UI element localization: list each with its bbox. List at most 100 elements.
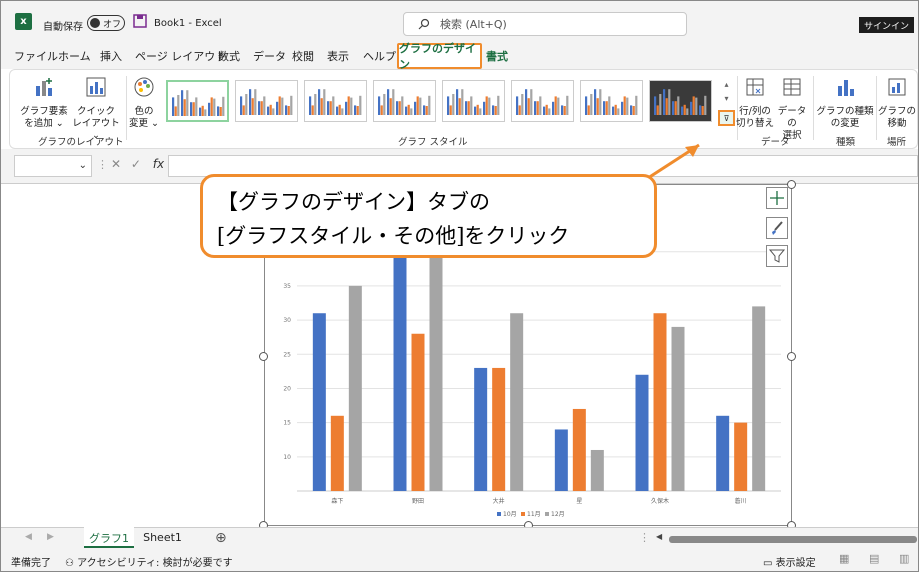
tab-formulas[interactable]: 数式 bbox=[218, 48, 240, 64]
change-colors-label: 色の 変更 ⌄ bbox=[129, 106, 159, 129]
tab-review[interactable]: 校閲 bbox=[292, 48, 314, 64]
display-settings-button[interactable]: ▭ 表示設定 bbox=[763, 554, 816, 569]
fx-icon[interactable]: fx bbox=[153, 157, 164, 171]
switch-row-col-icon bbox=[746, 78, 764, 96]
style-preview-bar bbox=[548, 108, 551, 115]
style-preview-icon bbox=[309, 89, 362, 115]
chart-style-5[interactable] bbox=[442, 80, 505, 122]
chart-style-8[interactable] bbox=[649, 80, 712, 122]
tab-home[interactable]: ホーム bbox=[58, 48, 91, 64]
next-sheet-icon[interactable]: ▶ bbox=[47, 532, 54, 542]
page-break-view-icon[interactable]: ▥ bbox=[899, 552, 909, 565]
scroll-left-icon[interactable]: ◀ bbox=[656, 532, 662, 541]
style-preview-bar bbox=[452, 94, 455, 115]
tab-data[interactable]: データ bbox=[253, 48, 286, 64]
chart-style-3[interactable] bbox=[304, 80, 367, 122]
filter-icon bbox=[769, 249, 785, 263]
change-chart-type-button[interactable]: グラフの種類 の変更 bbox=[815, 76, 875, 130]
chart-style-7[interactable] bbox=[580, 80, 643, 122]
switch-row-column-button[interactable]: 行/列の 切り替え bbox=[736, 76, 774, 130]
tab-page-layout[interactable]: ページ レイアウト bbox=[135, 48, 226, 64]
chart-style-4[interactable] bbox=[373, 80, 436, 122]
resize-handle[interactable] bbox=[259, 352, 268, 361]
search-box[interactable]: 検索 (Alt+Q) bbox=[403, 12, 687, 36]
chart-filters-button[interactable] bbox=[766, 245, 788, 267]
cancel-icon[interactable]: ✕ bbox=[111, 157, 121, 171]
bar bbox=[492, 367, 506, 491]
accessibility-status[interactable]: ⚇ アクセシビリティ: 検討が必要です bbox=[65, 554, 233, 569]
signin-button[interactable]: サインイン bbox=[859, 17, 914, 33]
style-preview-bar bbox=[260, 101, 263, 115]
style-preview-bar bbox=[327, 101, 330, 115]
bar bbox=[429, 231, 443, 492]
enter-icon[interactable]: ✓ bbox=[131, 157, 141, 171]
search-icon bbox=[418, 18, 430, 30]
style-preview-bar bbox=[683, 104, 686, 115]
autosave-toggle[interactable]: オフ bbox=[87, 15, 125, 31]
style-preview-bar bbox=[383, 94, 386, 115]
chart-styles-more-button[interactable]: ⊽ bbox=[718, 110, 735, 126]
group-label-layout: グラフのレイアウト bbox=[38, 137, 124, 148]
style-preview-bar bbox=[590, 94, 593, 115]
accessibility-icon: ⚇ bbox=[65, 558, 74, 569]
formula-actions: ✕ ✓ fx bbox=[111, 157, 164, 171]
style-preview-bar bbox=[516, 96, 519, 115]
vertical-dots-icon: ⋮ bbox=[639, 531, 650, 544]
move-chart-button[interactable]: グラフの 移動 bbox=[878, 76, 916, 130]
chart-style-6[interactable] bbox=[511, 80, 574, 122]
style-preview-icon bbox=[172, 90, 225, 116]
style-preview-bar bbox=[614, 104, 617, 115]
tab-help[interactable]: ヘルプ bbox=[363, 48, 396, 64]
change-colors-button[interactable]: 色の 変更 ⌄ bbox=[126, 76, 162, 130]
tab-format[interactable]: 書式 bbox=[486, 48, 508, 64]
style-preview-bar bbox=[419, 97, 422, 115]
style-preview-bar bbox=[398, 101, 401, 115]
sheet-tab-sheet1[interactable]: Sheet1 bbox=[135, 531, 190, 544]
resize-handle[interactable] bbox=[787, 180, 796, 189]
select-data-icon bbox=[783, 78, 801, 96]
sheet-tab-chart1[interactable]: グラフ1 bbox=[84, 527, 134, 548]
tab-file[interactable]: ファイル bbox=[14, 48, 58, 64]
bar bbox=[411, 333, 425, 491]
resize-handle[interactable] bbox=[787, 352, 796, 361]
style-preview-bar bbox=[608, 96, 611, 115]
tab-insert[interactable]: 挿入 bbox=[100, 48, 122, 64]
style-preview-bar bbox=[309, 96, 312, 115]
style-preview-bar bbox=[456, 89, 459, 115]
prev-sheet-icon[interactable]: ◀ bbox=[25, 532, 32, 542]
ribbon-tabs: ファイル ホーム 挿入 ページ レイアウト 数式 データ 校閲 表示 ヘルプ グ… bbox=[1, 41, 918, 71]
chart-style-2[interactable] bbox=[235, 80, 298, 122]
add-sheet-icon[interactable]: ⊕ bbox=[215, 530, 227, 546]
select-data-button[interactable]: データの 選択 bbox=[774, 76, 810, 142]
y-tick-label: 15 bbox=[283, 420, 291, 427]
tab-view[interactable]: 表示 bbox=[327, 48, 349, 64]
style-preview-bar bbox=[219, 107, 222, 116]
page-layout-view-icon[interactable]: ▤ bbox=[869, 552, 879, 565]
x-tick-label: 野田 bbox=[412, 497, 424, 505]
add-chart-element-button[interactable]: グラフ要素 を追加 ⌄ bbox=[18, 76, 70, 130]
style-preview-bar bbox=[378, 96, 381, 115]
add-element-icon bbox=[36, 78, 52, 96]
style-preview-bar bbox=[341, 108, 344, 115]
style-preview-bar bbox=[172, 97, 175, 116]
style-preview-bar bbox=[668, 89, 671, 115]
normal-view-icon[interactable]: ▦ bbox=[839, 552, 849, 565]
horizontal-scrollbar[interactable] bbox=[669, 536, 917, 543]
callout-line-1: 【グラフのデザイン】タブの bbox=[217, 190, 490, 214]
style-preview-bar bbox=[192, 102, 195, 116]
scroll-down-icon[interactable]: ▾ bbox=[718, 94, 735, 103]
name-box[interactable]: ⌄ bbox=[14, 155, 92, 177]
quick-layout-button[interactable]: クイック レイアウト ⌄ bbox=[70, 76, 122, 142]
legend-swatch bbox=[497, 512, 501, 516]
tab-chart-design[interactable]: グラフのデザイン bbox=[397, 42, 482, 71]
chart-elements-button[interactable] bbox=[766, 187, 788, 209]
style-preview-bar bbox=[278, 96, 281, 115]
chart-style-1[interactable] bbox=[166, 80, 229, 122]
style-preview-bar bbox=[285, 105, 288, 115]
style-preview-bar bbox=[407, 104, 410, 115]
chart-styles-button[interactable] bbox=[766, 217, 788, 239]
save-icon[interactable] bbox=[133, 14, 147, 28]
bar bbox=[393, 231, 407, 492]
scroll-up-icon[interactable]: ▴ bbox=[718, 80, 735, 89]
style-preview-bar bbox=[474, 106, 477, 115]
